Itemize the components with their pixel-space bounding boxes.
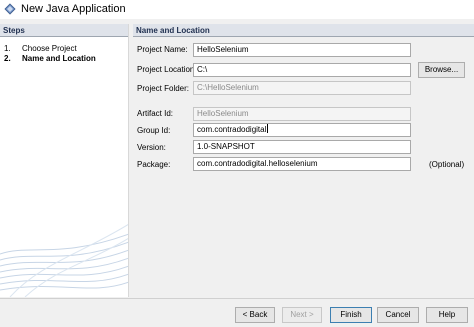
project-name-field[interactable]: HelloSelenium bbox=[193, 43, 411, 57]
project-name-label: Project Name: bbox=[137, 45, 188, 54]
group-id-label: Group Id: bbox=[137, 126, 171, 135]
steps-header: Steps bbox=[0, 24, 128, 37]
step-label: Name and Location bbox=[22, 54, 96, 63]
step-number: 1. bbox=[4, 44, 11, 53]
step-number: 2. bbox=[4, 54, 11, 63]
text-caret bbox=[267, 124, 269, 133]
java-cup-icon bbox=[4, 3, 16, 15]
panel-header: Name and Location bbox=[133, 24, 474, 37]
window-title: New Java Application bbox=[21, 3, 126, 15]
decorative-swirl-graphic bbox=[0, 224, 128, 297]
step-label: Choose Project bbox=[22, 44, 77, 53]
project-folder-label: Project Folder: bbox=[137, 84, 190, 93]
back-button[interactable]: < Back bbox=[235, 307, 275, 323]
bottom-separator bbox=[0, 298, 474, 299]
group-id-value: com.contradodigital bbox=[197, 125, 267, 134]
cancel-button[interactable]: Cancel bbox=[377, 307, 419, 323]
artifact-id-field: HelloSelenium bbox=[193, 107, 411, 121]
package-optional-note: (Optional) bbox=[429, 160, 465, 169]
package-label: Package: bbox=[137, 160, 171, 169]
project-folder-field: C:\HelloSelenium bbox=[193, 81, 411, 95]
step-item-choose-project: 1. Choose Project bbox=[4, 44, 77, 54]
version-field[interactable]: 1.0-SNAPSHOT bbox=[193, 140, 411, 154]
version-label: Version: bbox=[137, 143, 166, 152]
next-button: Next > bbox=[282, 307, 322, 323]
project-location-label: Project Location: bbox=[137, 65, 197, 74]
project-location-field[interactable]: C:\ bbox=[193, 63, 411, 77]
help-button[interactable]: Help bbox=[426, 307, 468, 323]
title-bar: New Java Application bbox=[0, 0, 474, 19]
panel-title: Name and Location bbox=[136, 26, 210, 35]
steps-panel: Steps 1. Choose Project 2. Name and Locati… bbox=[0, 24, 129, 297]
package-field[interactable]: com.contradodigital.helloselenium bbox=[193, 157, 411, 171]
step-item-name-and-location: 2. Name and Location bbox=[4, 54, 96, 64]
artifact-id-label: Artifact Id: bbox=[137, 109, 174, 118]
group-id-field[interactable]: com.contradodigital bbox=[193, 123, 411, 137]
browse-button[interactable]: Browse... bbox=[418, 62, 465, 78]
finish-button[interactable]: Finish bbox=[330, 307, 372, 323]
name-and-location-panel: Name and Location Project Name: HelloSel… bbox=[133, 24, 474, 297]
steps-title: Steps bbox=[3, 26, 25, 35]
